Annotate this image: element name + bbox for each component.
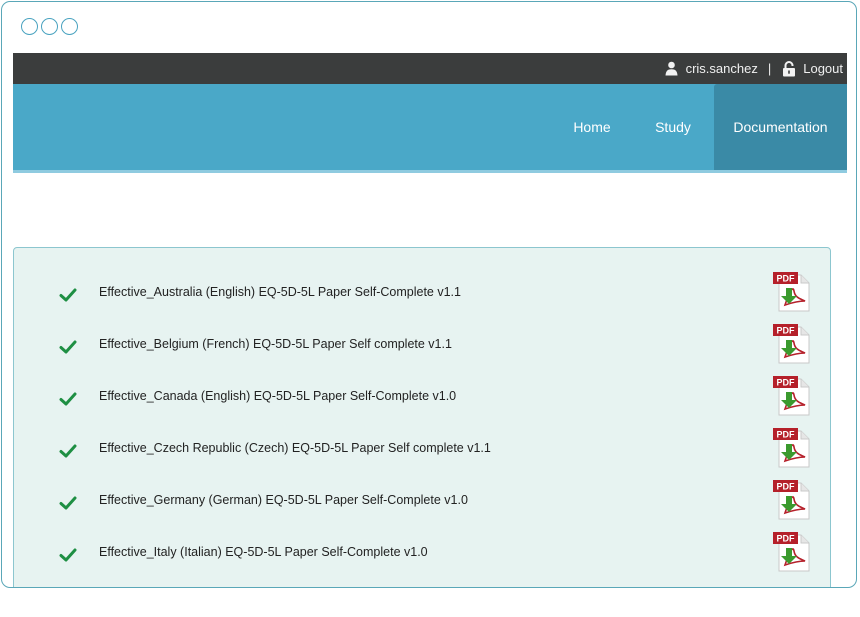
list-item: Effective_Czech Republic (Czech) EQ-5D-5… <box>14 428 832 484</box>
list-item: Effective_Canada (English) EQ-5D-5L Pape… <box>14 376 832 432</box>
document-link[interactable]: Effective_Czech Republic (Czech) EQ-5D-5… <box>99 441 491 455</box>
check-icon <box>58 441 78 461</box>
nav-documentation[interactable]: Documentation <box>714 84 847 170</box>
window-control-circle[interactable] <box>61 18 78 35</box>
document-link[interactable]: Effective_Belgium (French) EQ-5D-5L Pape… <box>99 337 452 351</box>
window-control-circle[interactable] <box>21 18 38 35</box>
check-icon <box>58 545 78 565</box>
main-nav: Home Study Documentation <box>13 84 847 173</box>
username: cris.sanchez <box>685 61 758 76</box>
pdf-badge-text: PDF <box>777 274 796 284</box>
document-list: Effective_Australia (English) EQ-5D-5L P… <box>13 247 831 587</box>
pdf-download-icon[interactable]: PDF <box>771 323 815 365</box>
list-item: Effective_Belgium (French) EQ-5D-5L Pape… <box>14 324 832 380</box>
check-icon <box>58 389 78 409</box>
lock-icon <box>781 60 797 78</box>
check-icon <box>58 285 78 305</box>
check-icon <box>58 493 78 513</box>
pdf-download-icon[interactable]: PDF <box>771 427 815 469</box>
user-box: cris.sanchez | Logout <box>664 53 843 84</box>
user-icon <box>664 60 680 78</box>
document-link[interactable]: Effective_Australia (English) EQ-5D-5L P… <box>99 285 461 299</box>
list-item: Effective_Germany (German) EQ-5D-5L Pape… <box>14 480 832 536</box>
list-item: Effective_Italy (Italian) EQ-5D-5L Paper… <box>14 532 832 587</box>
document-link[interactable]: Effective_Canada (English) EQ-5D-5L Pape… <box>99 389 456 403</box>
check-icon <box>58 337 78 357</box>
nav-home[interactable]: Home <box>563 84 621 170</box>
pdf-download-icon[interactable]: PDF <box>771 375 815 417</box>
logout-link[interactable]: Logout <box>803 61 843 76</box>
window-controls <box>21 18 78 35</box>
pdf-badge-text: PDF <box>777 482 796 492</box>
nav-study[interactable]: Study <box>645 84 701 170</box>
top-bar: cris.sanchez | Logout <box>13 53 847 84</box>
document-link[interactable]: Effective_Germany (German) EQ-5D-5L Pape… <box>99 493 468 507</box>
pdf-download-icon[interactable]: PDF <box>771 271 815 313</box>
pdf-badge-text: PDF <box>777 534 796 544</box>
document-link[interactable]: Effective_Italy (Italian) EQ-5D-5L Paper… <box>99 545 428 559</box>
pdf-badge-text: PDF <box>777 430 796 440</box>
list-item: Effective_Australia (English) EQ-5D-5L P… <box>14 272 832 328</box>
pdf-badge-text: PDF <box>777 378 796 388</box>
pdf-badge-text: PDF <box>777 326 796 336</box>
pdf-download-icon[interactable]: PDF <box>771 479 815 521</box>
app-content: cris.sanchez | Logout Home Study Documen… <box>13 53 847 587</box>
pdf-download-icon[interactable]: PDF <box>771 531 815 573</box>
window-control-circle[interactable] <box>41 18 58 35</box>
separator: | <box>767 61 772 76</box>
